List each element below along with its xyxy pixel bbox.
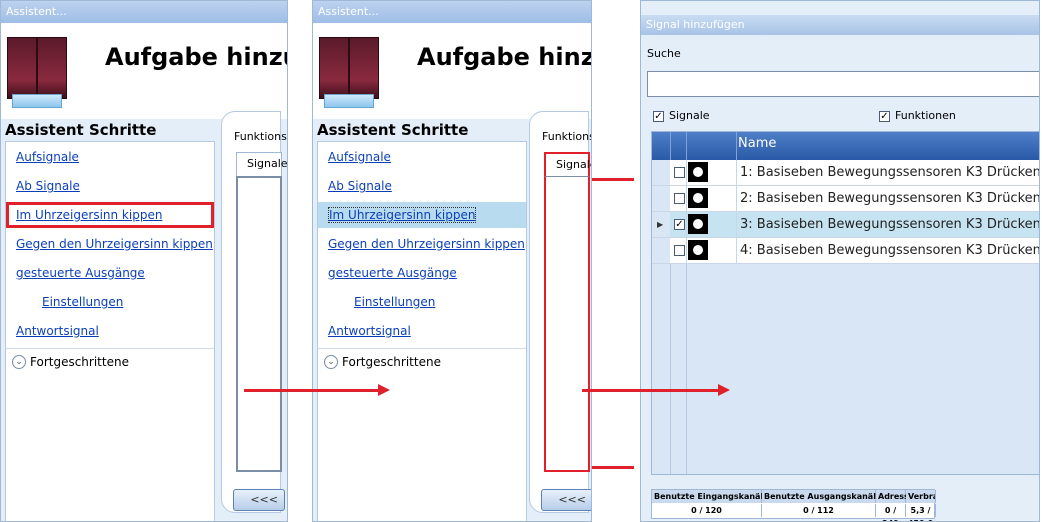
stats-value: 0 / 120 — [652, 504, 762, 517]
advanced-section[interactable]: ⌄ Fortgeschrittene — [318, 348, 526, 374]
steps-title: Assistent Schritte — [5, 121, 157, 139]
table-row[interactable]: ▶ ✓ 3: Basiseben Bewegungssensoren K3 Dr… — [652, 212, 1040, 238]
window-title: Assistent... — [1, 1, 287, 23]
functions-label: Funktions — [234, 130, 287, 143]
step-label: Im Uhrzeigersinn kippen — [328, 207, 477, 223]
back-button[interactable]: <<< — [233, 489, 285, 511]
chevron-down-icon[interactable]: ⌄ — [324, 355, 338, 369]
arrow-2-head — [718, 384, 730, 396]
back-button[interactable]: <<< — [541, 489, 591, 511]
wizard-header: Aufgabe hinzuf — [1, 23, 287, 119]
functions-panel: Funktions Signale — [221, 111, 287, 513]
stats-value: 0 / 249 — [876, 504, 906, 521]
search-label: Suche — [647, 47, 681, 60]
signals-filter-checkbox[interactable]: ✓ — [653, 111, 664, 122]
stats-header: Verbrauch (mA) — [906, 490, 936, 503]
signal-add-dialog: Signal hinzufügen Suche ✓ Signale ✓ Funk… — [640, 0, 1040, 522]
step-ab-signale[interactable]: Ab Signale — [318, 173, 526, 199]
step-antwortsignal[interactable]: Antwortsignal — [318, 318, 526, 344]
step-gegen-den-uhrzeigersinn-kippen[interactable]: Gegen den Uhrzeigersinn kippen — [318, 231, 526, 257]
signal-icon — [688, 188, 708, 208]
signal-icon — [688, 214, 708, 234]
page-title: Aufgabe hinzuf — [417, 43, 591, 71]
row-checkbox[interactable] — [674, 193, 685, 204]
wizard-window-2: Assistent... Aufgabe hinzuf Assistent Sc… — [312, 0, 592, 522]
signal-icon — [688, 162, 708, 182]
signals-list-box[interactable] — [544, 176, 590, 472]
chevron-down-icon[interactable]: ⌄ — [12, 355, 26, 369]
arrow-1-line — [244, 389, 380, 392]
advanced-label: Fortgeschrittene — [30, 355, 129, 369]
row-label: 1: Basiseben Bewegungssensoren K3 Drücke… — [740, 165, 1040, 180]
stats-header: Benutzte Eingangskanäle — [652, 490, 769, 503]
signals-grid: Name 1: Basiseben Bewegungssensoren K3 D… — [651, 131, 1040, 475]
signals-list-box[interactable] — [236, 176, 282, 472]
step-einstellungen[interactable]: Einstellungen — [318, 289, 526, 315]
wizard-header: Aufgabe hinzuf — [313, 23, 591, 119]
search-input[interactable] — [647, 71, 1039, 97]
step-im-uhrzeigersinn-kippen[interactable]: Im Uhrzeigersinn kippen — [6, 202, 214, 228]
stats-value: 0 / 112 — [762, 504, 876, 517]
row-checkbox[interactable]: ✓ — [674, 219, 685, 230]
connector-top-line — [592, 178, 634, 181]
window-title: Assistent... — [313, 1, 591, 23]
column-name-header[interactable]: Name — [738, 136, 776, 151]
step-aufsignale[interactable]: Aufsignale — [318, 144, 526, 170]
functions-panel: Funktions Signale — [529, 111, 592, 513]
stats-header: Adresse — [876, 490, 915, 503]
row-label: 4: Basiseben Bewegungssensoren K3 Drücke… — [740, 243, 1040, 258]
row-checkbox[interactable] — [674, 245, 685, 256]
row-checkbox[interactable] — [674, 167, 685, 178]
signals-filter-label: Signale — [669, 109, 710, 122]
steps-list: Aufsignale Ab Signale Im Uhrzeigersinn k… — [5, 141, 215, 521]
step-gesteuerte-ausgaenge[interactable]: gesteuerte Ausgänge — [318, 260, 526, 286]
step-gegen-den-uhrzeigersinn-kippen[interactable]: Gegen den Uhrzeigersinn kippen — [6, 231, 214, 257]
wizard-window-1: Assistent... Aufgabe hinzuf Assistent Sc… — [0, 0, 288, 522]
connector-bottom-line — [592, 466, 634, 469]
arrow-2-line — [582, 389, 720, 392]
signal-icon — [688, 240, 708, 260]
tab-signale[interactable]: Signale — [544, 152, 591, 176]
functions-filter-checkbox[interactable]: ✓ — [879, 111, 890, 122]
roller-blind-icon — [7, 37, 67, 108]
current-row-arrow-icon: ▶ — [657, 220, 664, 229]
roller-blind-icon — [319, 37, 379, 108]
tab-signale[interactable]: Signale — [236, 152, 287, 176]
dialog-title: Signal hinzufügen — [641, 15, 1039, 35]
row-label: 2: Basiseben Bewegungssensoren K3 Drücke… — [740, 191, 1040, 206]
advanced-section[interactable]: ⌄ Fortgeschrittene — [6, 348, 214, 374]
step-aufsignale[interactable]: Aufsignale — [6, 144, 214, 170]
usage-stats-table: Benutzte Eingangskanäle Benutzte Ausgang… — [651, 489, 936, 521]
table-row[interactable]: 2: Basiseben Bewegungssensoren K3 Drücke… — [652, 186, 1040, 212]
stats-value: 5,3 / 450,0 — [906, 504, 936, 521]
step-einstellungen[interactable]: Einstellungen — [6, 289, 214, 315]
functions-label: Funktions — [542, 130, 592, 143]
table-row[interactable]: 4: Basiseben Bewegungssensoren K3 Drücke… — [652, 238, 1040, 264]
page-title: Aufgabe hinzuf — [105, 43, 287, 71]
step-ab-signale[interactable]: Ab Signale — [6, 173, 214, 199]
steps-list: Aufsignale Ab Signale Im Uhrzeigersinn k… — [317, 141, 527, 521]
step-antwortsignal[interactable]: Antwortsignal — [6, 318, 214, 344]
grid-header: Name — [652, 132, 1039, 160]
table-row[interactable]: 1: Basiseben Bewegungssensoren K3 Drücke… — [652, 160, 1040, 186]
steps-title: Assistent Schritte — [317, 121, 469, 139]
step-im-uhrzeigersinn-kippen[interactable]: Im Uhrzeigersinn kippen — [318, 202, 526, 228]
arrow-1-head — [378, 384, 390, 396]
stats-header: Benutzte Ausgangskanäle — [762, 490, 882, 503]
step-gesteuerte-ausgaenge[interactable]: gesteuerte Ausgänge — [6, 260, 214, 286]
advanced-label: Fortgeschrittene — [342, 355, 441, 369]
functions-filter-label: Funktionen — [895, 109, 956, 122]
row-label: 3: Basiseben Bewegungssensoren K3 Drücke… — [740, 217, 1040, 232]
